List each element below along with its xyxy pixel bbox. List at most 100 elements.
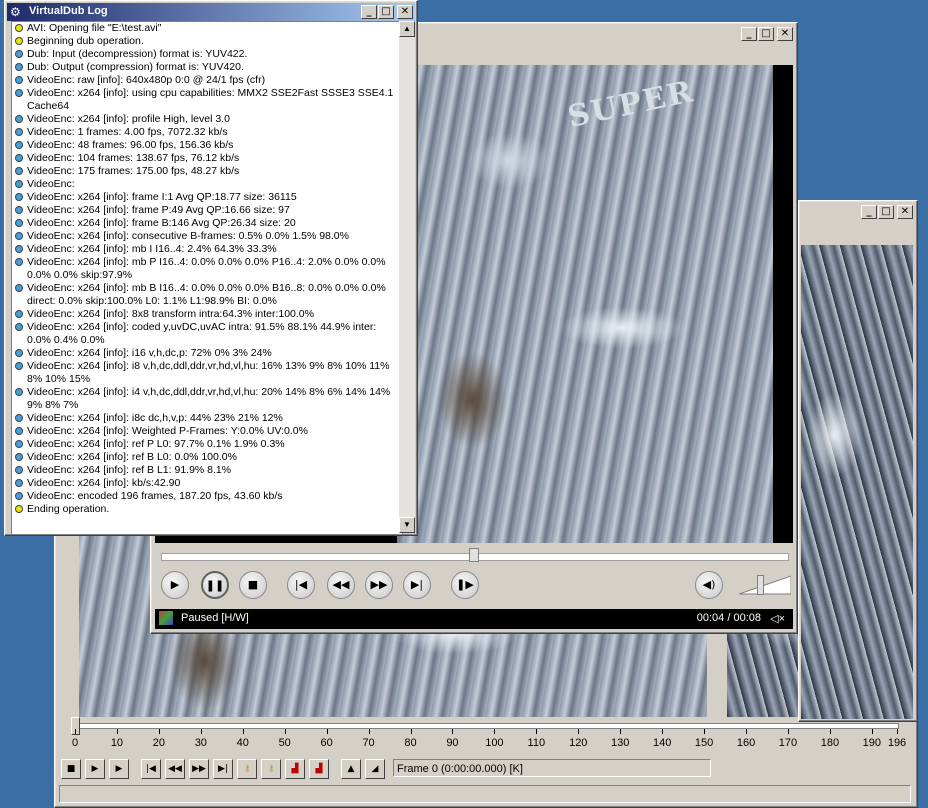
prev-key-icon[interactable]: ⚷: [237, 759, 257, 779]
timeline-tick-label: 170: [778, 737, 798, 749]
timeline-tick-label: 100: [485, 737, 504, 749]
timeline-tick: [897, 729, 898, 734]
timeline-tick-label: 20: [152, 737, 165, 749]
frame-step-icon[interactable]: ❚▶: [451, 571, 479, 599]
timeline-tick-label: 130: [611, 737, 630, 749]
start-button[interactable]: |◀: [141, 759, 161, 779]
timeline[interactable]: 0 10 20 30 40 50 60 70 80 90 100 110 120 130 140 150 160…: [69, 717, 906, 753]
maximize-icon[interactable]: □: [878, 205, 894, 219]
timeline-tick-label: 30: [194, 737, 207, 749]
log-line-text: VideoEnc: x264 [info]: Weighted P-Frames…: [27, 425, 308, 437]
timeline-tick: [704, 729, 706, 734]
close-icon[interactable]: ✕: [777, 27, 793, 41]
next-key-icon[interactable]: ⚷: [261, 759, 281, 779]
timeline-tick-label: 50: [278, 737, 291, 749]
seek-thumb[interactable]: [469, 548, 479, 562]
rewind-icon[interactable]: ◀◀: [327, 571, 355, 599]
timeline-tick: [620, 729, 622, 734]
timeline-tick: [368, 729, 370, 734]
volume-thumb[interactable]: [756, 575, 764, 595]
log-line-text: VideoEnc: x264 [info]: mb I I16..4: 2.4%…: [27, 243, 277, 255]
next-scene-icon[interactable]: ▟: [309, 759, 329, 779]
timeline-tick-label: 180: [820, 737, 840, 749]
minimize-icon[interactable]: _: [361, 5, 377, 19]
prev-scene-icon[interactable]: ▟: [285, 759, 305, 779]
volume-ramp: [738, 575, 792, 595]
timeline-tick: [829, 729, 831, 734]
close-icon[interactable]: ✕: [897, 205, 913, 219]
mark-out-icon[interactable]: ◢: [365, 759, 385, 779]
close-icon[interactable]: ✕: [397, 5, 413, 19]
log-line: VideoEnc: x264 [info]: 8x8 transform int…: [12, 308, 402, 321]
log-line: VideoEnc: 175 frames: 175.00 fps, 48.27 …: [12, 165, 402, 178]
log-level-icon: [15, 63, 23, 71]
back-button[interactable]: ◀◀: [165, 759, 185, 779]
log-line-text: VideoEnc: x264 [info]: i8c dc,h,v,p: 44%…: [27, 412, 283, 424]
log-level-icon: [15, 349, 23, 357]
volume-slider[interactable]: [738, 575, 792, 595]
mute-icon[interactable]: ◁×: [770, 612, 785, 625]
next-icon[interactable]: ▶|: [403, 571, 431, 599]
pause-icon[interactable]: ❚❚: [201, 571, 229, 599]
log-scrollbar[interactable]: ▲ ▼: [399, 21, 415, 533]
timeline-tick-label: 110: [527, 737, 546, 749]
previous-icon[interactable]: |◀: [287, 571, 315, 599]
log-line-text: VideoEnc: x264 [info]: i8 v,h,dc,ddl,ddr…: [27, 360, 390, 385]
log-window: ⚙ VirtualDub Log _ □ ✕ AVI: Opening file…: [4, 0, 418, 536]
timeline-tick-label: 60: [320, 737, 333, 749]
log-line: VideoEnc: x264 [info]: coded y,uvDC,uvAC…: [12, 321, 402, 347]
output-window: _ □ ✕: [798, 200, 918, 722]
maximize-icon[interactable]: □: [378, 5, 394, 19]
log-line: VideoEnc: x264 [info]: ref B L0: 0.0% 10…: [12, 451, 402, 464]
log-level-icon: [15, 50, 23, 58]
end-button[interactable]: ▶|: [213, 759, 233, 779]
log-line-text: VideoEnc: x264 [info]: using cpu capabil…: [27, 87, 394, 112]
log-level-icon: [15, 245, 23, 253]
mark-in-icon[interactable]: ▲: [341, 759, 361, 779]
log-level-icon: [15, 284, 23, 292]
maximize-icon[interactable]: □: [758, 27, 774, 41]
stop-icon[interactable]: ■: [239, 571, 267, 599]
timeline-tick: [494, 729, 496, 734]
stop-button[interactable]: ■: [61, 759, 81, 779]
log-level-icon: [15, 414, 23, 422]
log-level-icon: [15, 453, 23, 461]
log-level-icon: [15, 388, 23, 396]
log-line-text: VideoEnc: x264 [info]: ref B L1: 91.9% 8…: [27, 464, 232, 476]
log-lines: AVI: Opening file "E:\test.avi" Beginning…: [12, 22, 402, 516]
log-line: VideoEnc: x264 [info]: i8c dc,h,v,p: 44%…: [12, 412, 402, 425]
play-output-button[interactable]: ▶: [109, 759, 129, 779]
log-window-title: VirtualDub Log: [29, 5, 108, 17]
log-line-text: VideoEnc: 175 frames: 175.00 fps, 48.27 …: [27, 165, 240, 177]
scroll-down-icon[interactable]: ▼: [399, 517, 415, 533]
play-input-button[interactable]: ▶: [85, 759, 105, 779]
timeline-tick: [75, 729, 76, 734]
forward-button[interactable]: ▶▶: [189, 759, 209, 779]
log-level-icon: [15, 180, 23, 188]
log-line: Dub: Output (compression) format is: YUV…: [12, 61, 402, 74]
fast-forward-icon[interactable]: ▶▶: [365, 571, 393, 599]
log-level-icon: [15, 479, 23, 487]
play-icon[interactable]: ▶: [161, 571, 189, 599]
log-window-titlebar[interactable]: ⚙ VirtualDub Log _ □ ✕: [7, 3, 415, 21]
log-line-text: VideoEnc: x264 [info]: i16 v,h,dc,p: 72%…: [27, 347, 272, 359]
log-level-icon: [15, 427, 23, 435]
log-line: VideoEnc: x264 [info]: frame P:49 Avg QP…: [12, 204, 402, 217]
output-window-titlebar[interactable]: _ □ ✕: [801, 203, 915, 221]
player-status-bar: Paused [H/W] 00:04 / 00:08 ◁×: [155, 609, 793, 629]
timeline-tick: [116, 729, 118, 734]
timeline-tick: [578, 729, 580, 734]
log-level-icon: [15, 258, 23, 266]
timeline-tick: [410, 729, 412, 734]
timeline-tick-label: 140: [652, 737, 672, 749]
timeline-tick-label: 80: [404, 737, 417, 749]
log-level-icon: [15, 219, 23, 227]
minimize-icon[interactable]: _: [861, 205, 877, 219]
scroll-up-icon[interactable]: ▲: [399, 21, 415, 37]
log-level-icon: [15, 466, 23, 474]
timeline-tick: [242, 729, 244, 734]
volume-icon[interactable]: ◀): [695, 571, 723, 599]
minimize-icon[interactable]: _: [741, 27, 757, 41]
log-level-icon: [15, 310, 23, 318]
log-level-icon: [15, 37, 23, 45]
